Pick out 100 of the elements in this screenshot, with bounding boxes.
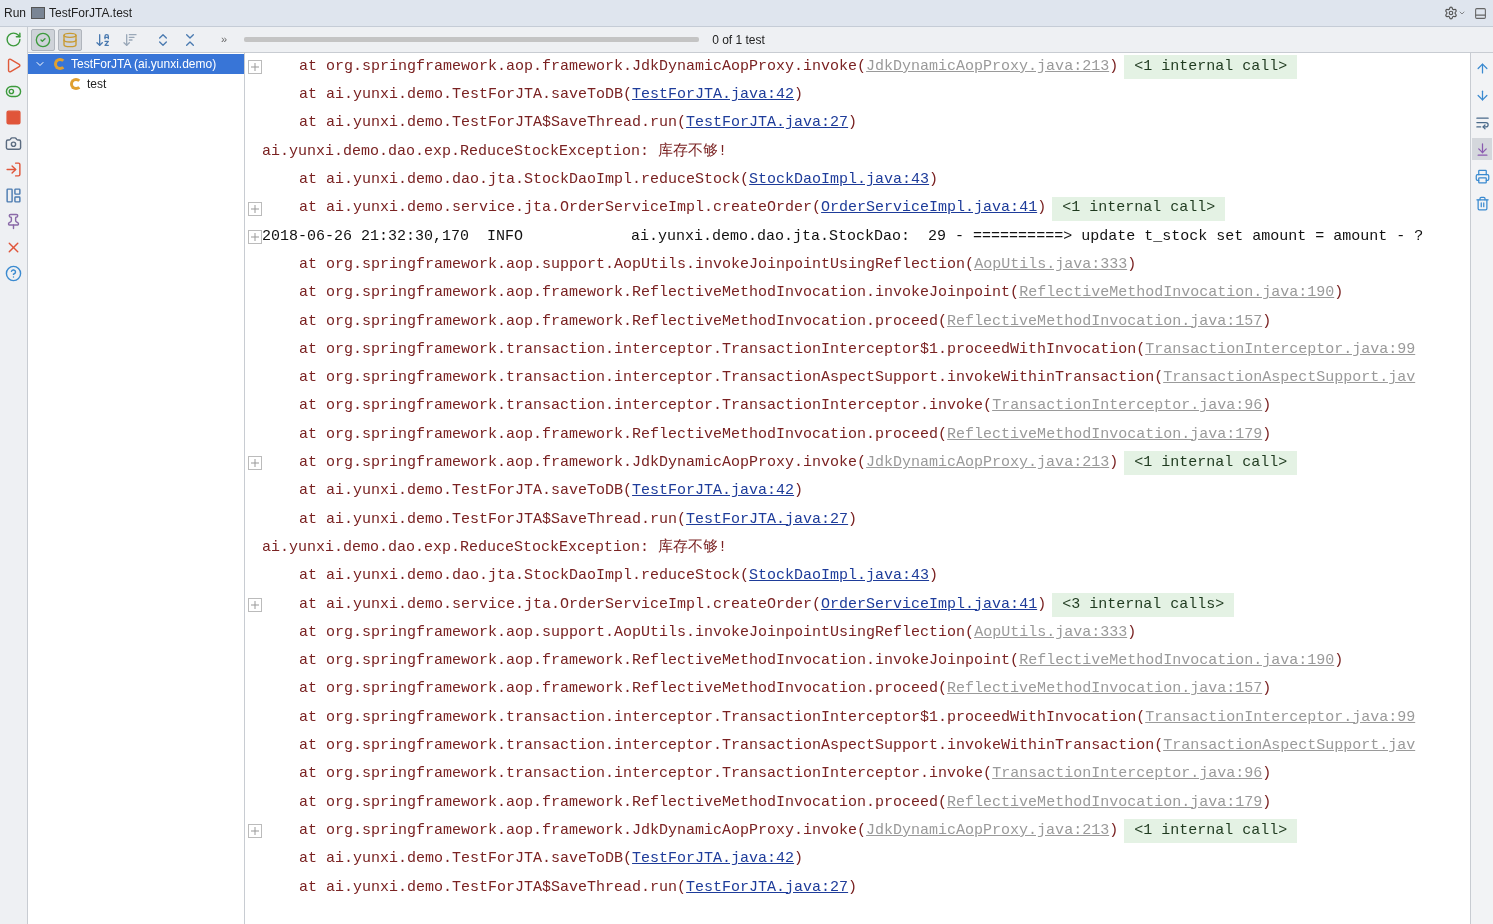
paren-text: ) [1109, 453, 1119, 474]
fold-icon[interactable] [248, 456, 262, 471]
stack-frame-text: at ai.yunxi.demo.TestForJTA.saveToDB( [299, 849, 633, 870]
source-link[interactable]: AopUtils.java:333 [974, 253, 1128, 277]
source-link[interactable]: AopUtils.java:333 [974, 621, 1128, 645]
internal-calls-badge[interactable]: <1 internal call> [1124, 819, 1298, 844]
source-link[interactable]: OrderServiceImpl.java:41 [821, 593, 1038, 617]
stack-frame-text: at org.springframework.transaction.interceptor.TransactionInterceptor$1.proceedWithInvocation( [299, 707, 1146, 728]
source-link[interactable]: ReflectiveMethodInvocation.java:190 [1019, 650, 1335, 673]
source-link[interactable]: ReflectiveMethodInvocation.java:157 [947, 678, 1263, 701]
toggle-icon[interactable] [5, 83, 22, 100]
paren-text: ) [1127, 254, 1137, 275]
source-link[interactable]: TestForJTA.java:42 [632, 848, 795, 871]
source-link[interactable]: StockDaoImpl.java:43 [749, 169, 930, 192]
layout-icon[interactable] [5, 187, 22, 204]
help-icon[interactable] [5, 265, 22, 282]
exit-icon[interactable] [5, 161, 22, 178]
source-link[interactable]: ReflectiveMethodInvocation.java:179 [947, 791, 1263, 815]
paren-text: ) [1334, 283, 1344, 304]
source-link[interactable]: ReflectiveMethodInvocation.java:157 [947, 310, 1263, 334]
rerun-icon[interactable] [5, 31, 22, 48]
tree-item[interactable]: TestForJTA (ai.yunxi.demo) [28, 54, 244, 74]
stack-frame-text: at org.springframework.aop.framework.ReflectiveMethodInvocation.invokeJoinpoint( [299, 651, 1020, 672]
source-link[interactable]: ReflectiveMethodInvocation.java:190 [1019, 282, 1335, 305]
stack-frame-text: at ai.yunxi.demo.dao.jta.StockDaoImpl.reduceStock( [299, 170, 750, 191]
paren-text: ) [1262, 792, 1272, 813]
source-link[interactable]: ReflectiveMethodInvocation.java:179 [947, 423, 1263, 447]
fold-icon[interactable] [248, 824, 262, 839]
stack-button[interactable] [58, 28, 82, 51]
paren-text: ) [1262, 424, 1272, 445]
stop-icon[interactable] [5, 109, 22, 126]
paren-text: ) [1262, 311, 1272, 332]
internal-calls-badge[interactable]: <1 internal call> [1124, 55, 1298, 80]
scroll-to-end-button[interactable] [1472, 138, 1492, 160]
paren-text: ) [848, 509, 858, 530]
source-link[interactable]: TransactionInterceptor.java:99 [1145, 706, 1416, 730]
fold-icon[interactable] [248, 229, 262, 244]
source-link[interactable]: TestForJTA.java:42 [632, 84, 795, 107]
pin-icon[interactable] [5, 213, 22, 230]
source-link[interactable]: TransactionInterceptor.java:96 [992, 395, 1263, 418]
fold-icon[interactable] [248, 201, 262, 216]
source-link[interactable]: TestForJTA.java:27 [686, 508, 849, 532]
caret-icon[interactable] [1458, 9, 1466, 17]
stack-frame-text: at org.springframework.transaction.interceptor.TransactionInterceptor.invoke( [299, 396, 993, 417]
source-link[interactable]: JdkDynamicAopProxy.java:213 [866, 55, 1110, 79]
camera-icon[interactable] [5, 135, 22, 152]
more-button[interactable]: » [219, 31, 230, 48]
wrap-icon [1474, 114, 1490, 130]
test-status-icon [54, 58, 66, 70]
paren-text: ) [794, 849, 804, 870]
paren-text: ) [1262, 396, 1272, 417]
source-link[interactable]: TransactionAspectSupport.jav [1163, 367, 1416, 390]
check-circle-button[interactable] [31, 28, 55, 51]
stack-icon [62, 31, 78, 48]
stack-frame-text: at org.springframework.aop.framework.ReflectiveMethodInvocation.proceed( [299, 424, 948, 445]
source-link[interactable]: StockDaoImpl.java:43 [749, 565, 930, 588]
internal-calls-badge[interactable]: <1 internal call> [1052, 196, 1226, 221]
sort-icon [122, 31, 138, 48]
fold-icon[interactable] [248, 60, 262, 75]
stack-frame-text: at ai.yunxi.demo.service.jta.OrderServiceImpl.createOrder( [299, 594, 822, 615]
internal-calls-badge[interactable]: <3 internal calls> [1052, 592, 1235, 617]
paren-text: ) [794, 85, 804, 106]
source-link[interactable]: TestForJTA.java:27 [686, 876, 849, 899]
hide-icon[interactable] [1474, 6, 1487, 20]
stack-frame-text: at org.springframework.aop.support.AopUtils.invokeJoinpointUsingReflection( [299, 622, 975, 643]
arrow-down-icon [1474, 87, 1490, 103]
source-link[interactable]: TestForJTA.java:27 [686, 112, 849, 135]
stack-frame-text: at ai.yunxi.demo.dao.jta.StockDaoImpl.reduceStock( [299, 566, 750, 587]
tree-item[interactable]: test [28, 74, 244, 94]
stack-frame-text: at org.springframework.transaction.interceptor.TransactionInterceptor.invoke( [299, 764, 993, 785]
exception-message: ai.yunxi.demo.dao.exp.ReduceStockException: 库存不够! [262, 537, 728, 558]
paren-text: ) [929, 566, 939, 587]
source-link[interactable]: TransactionAspectSupport.jav [1163, 735, 1416, 758]
paren-text: ) [1109, 820, 1119, 841]
internal-calls-badge[interactable]: <1 internal call> [1124, 451, 1298, 476]
source-link[interactable]: OrderServiceImpl.java:41 [821, 197, 1038, 220]
stack-frame-text: at ai.yunxi.demo.service.jta.OrderServiceImpl.createOrder( [299, 198, 822, 219]
test-status-icon [70, 78, 82, 90]
source-link[interactable]: JdkDynamicAopProxy.java:213 [866, 819, 1110, 843]
stack-frame-text: at org.springframework.aop.framework.ReflectiveMethodInvocation.invokeJoinpoint( [299, 283, 1020, 304]
stack-frame-text: at org.springframework.transaction.interceptor.TransactionAspectSupport.invokeWithinTransaction( [299, 736, 1164, 756]
trash-icon [1474, 195, 1490, 211]
settings-icon[interactable] [1444, 6, 1458, 20]
paren-text: ) [1262, 679, 1272, 700]
check-circle-icon [35, 31, 51, 48]
source-link[interactable]: TransactionInterceptor.java:99 [1145, 338, 1416, 362]
tool-window-title: Run [4, 5, 26, 22]
paren-text: ) [1109, 56, 1119, 77]
source-link[interactable]: JdkDynamicAopProxy.java:213 [866, 452, 1110, 475]
stack-frame-text: at org.springframework.aop.framework.ReflectiveMethodInvocation.proceed( [299, 792, 948, 813]
paren-text: ) [929, 170, 939, 191]
stack-frame-text: at ai.yunxi.demo.TestForJTA.saveToDB( [299, 85, 633, 106]
stack-frame-text: at ai.yunxi.demo.TestForJTA$SaveThread.run( [299, 509, 687, 530]
run-config-name: TestForJTA.test [49, 5, 133, 22]
stack-frame-text: at org.springframework.aop.framework.ReflectiveMethodInvocation.proceed( [299, 679, 948, 700]
paren-text: ) [1334, 651, 1344, 672]
source-link[interactable]: TransactionInterceptor.java:96 [992, 763, 1263, 786]
fold-icon[interactable] [248, 597, 262, 612]
play-icon[interactable] [5, 57, 22, 74]
source-link[interactable]: TestForJTA.java:42 [632, 480, 795, 503]
